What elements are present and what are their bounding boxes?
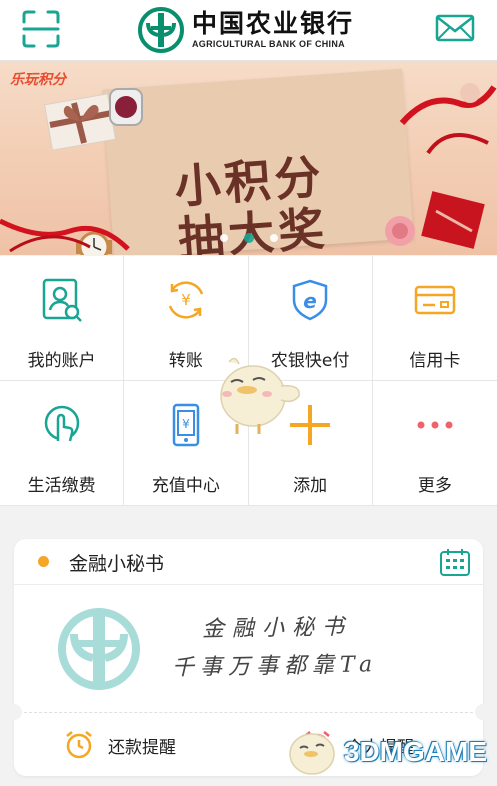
menu-item-my-account[interactable]: 我的账户 — [0, 256, 125, 381]
bank-logo: 中国农业银行 AGRICULTURAL BANK OF CHINA — [138, 5, 354, 55]
promo-banner[interactable]: 乐玩积分 小积分 抽大奖 — [0, 61, 497, 255]
svg-text:e: e — [303, 289, 317, 313]
abc-logo-icon — [138, 7, 184, 53]
repayment-reminder-button[interactable]: 还款提醒 — [64, 729, 176, 761]
e-pay-icon: e — [292, 279, 328, 321]
watch-icon — [109, 88, 143, 126]
card-title: 金融小秘书 — [69, 553, 165, 575]
status-dot — [38, 556, 49, 567]
menu-item-label: 添加 — [293, 476, 328, 496]
menu-item-label: 生活缴费 — [27, 476, 96, 496]
carousel-dot[interactable] — [219, 234, 228, 242]
rose-icon — [385, 216, 415, 246]
bank-name-en: AGRICULTURAL BANK OF CHINA — [192, 39, 345, 49]
watermark: 3DMGAME — [284, 726, 487, 778]
carousel-indicator — [0, 233, 497, 243]
ribbon-right — [399, 83, 497, 155]
more-icon — [417, 421, 453, 429]
svg-text:¥: ¥ — [181, 291, 191, 309]
abc-emblem-icon — [58, 608, 140, 690]
menu-item-label: 转账 — [168, 351, 203, 371]
bank-name-cn: 中国农业银行 — [192, 9, 355, 38]
top-bar: 中国农业银行 AGRICULTURAL BANK OF CHINA — [0, 0, 497, 61]
card-header: 金融小秘书 — [14, 539, 483, 585]
menu-item-label: 充值中心 — [151, 476, 220, 496]
menu-item-life-payment[interactable]: 生活缴费 — [0, 381, 125, 506]
menu-item-label: 更多 — [417, 476, 452, 496]
card-notch — [475, 704, 491, 720]
card-notch — [6, 704, 22, 720]
reminder-label: 还款提醒 — [108, 737, 176, 758]
alarm-clock-icon — [66, 731, 92, 759]
menu-item-label: 我的账户 — [27, 351, 96, 371]
menu-item-label: 信用卡 — [409, 351, 461, 371]
carousel-dot[interactable] — [269, 234, 278, 242]
credit-card-icon — [414, 285, 456, 315]
ribbon-left — [0, 218, 130, 253]
handwriting-line1: 金融小秘书 — [201, 614, 353, 643]
carousel-dot-active[interactable] — [243, 233, 254, 243]
calendar-icon[interactable] — [439, 547, 471, 577]
account-icon — [42, 278, 82, 322]
scan-icon[interactable] — [22, 10, 60, 48]
menu-item-credit-card[interactable]: 信用卡 — [372, 256, 497, 381]
svg-text:¥: ¥ — [182, 417, 190, 431]
banner-title-line2: 抽大奖 — [176, 201, 330, 255]
life-payment-icon — [44, 405, 79, 442]
transfer-icon: ¥ — [168, 281, 204, 319]
card-body: 金融小秘书 千事万事都靠Ta — [14, 585, 483, 710]
chick-mascot-icon — [220, 357, 300, 434]
menu-item-more[interactable]: 更多 — [372, 381, 497, 506]
handwriting-line2: 千事万事都靠Ta — [171, 652, 379, 681]
divider — [14, 712, 483, 713]
mail-icon[interactable] — [435, 14, 475, 42]
chick-watermark-icon — [289, 733, 335, 775]
recharge-icon: ¥ — [172, 403, 200, 447]
watermark-text: 3DMGAME — [343, 736, 487, 767]
